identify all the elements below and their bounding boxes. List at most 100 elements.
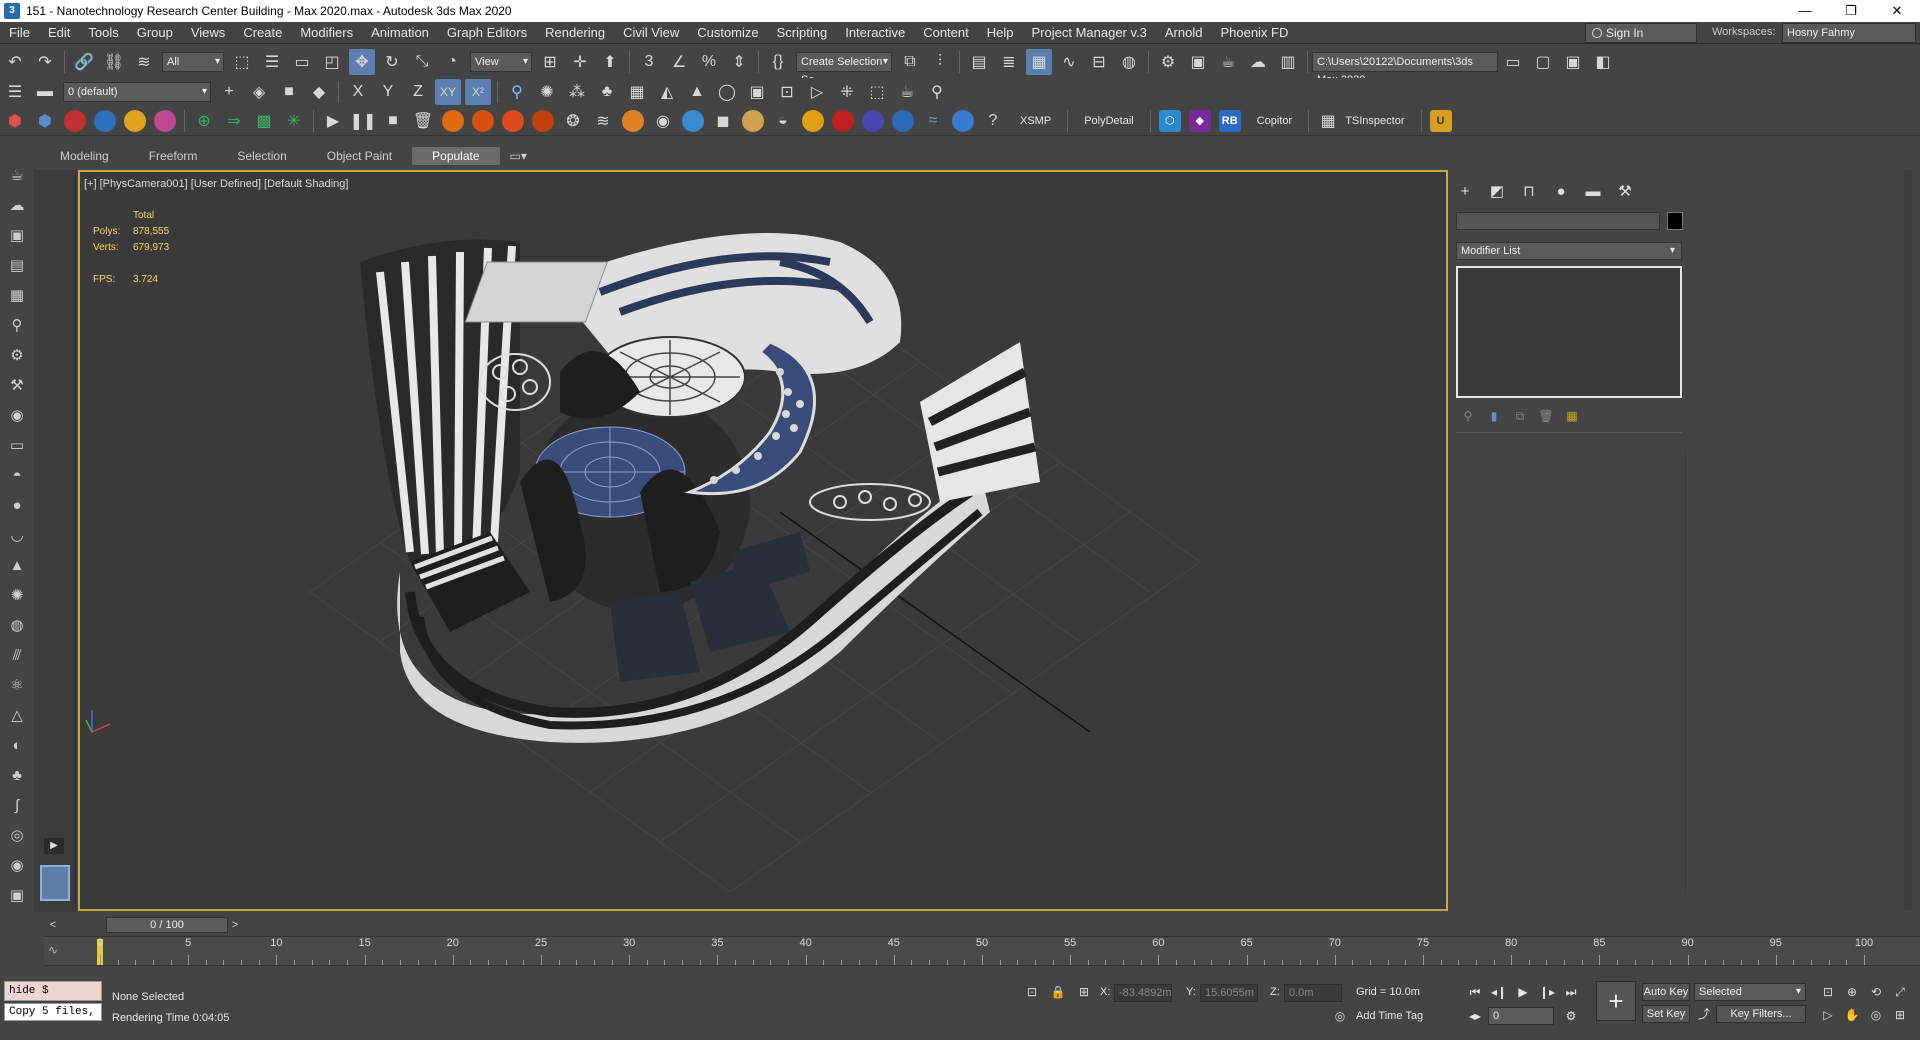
- zoom-all-icon[interactable]: ⊕: [1844, 984, 1860, 1000]
- cube-plugin-icon[interactable]: ⬡: [1158, 109, 1181, 132]
- cloud-icon[interactable]: ☁: [4, 192, 30, 218]
- selection-filter-dropdown[interactable]: All: [162, 51, 224, 72]
- container-icon[interactable]: ▢: [1530, 49, 1556, 75]
- panel-scrollbar[interactable]: [1904, 170, 1912, 910]
- globe-icon[interactable]: ◍: [4, 612, 30, 638]
- polydetail-button[interactable]: PolyDetail: [1072, 115, 1146, 127]
- time-configuration-icon[interactable]: ⚙: [1562, 1007, 1580, 1025]
- render-in-cloud-icon[interactable]: ☁: [1245, 49, 1271, 75]
- particle-icon[interactable]: ⁂: [564, 79, 590, 105]
- blue-cube-icon[interactable]: ⬢: [32, 108, 58, 134]
- green-arrow-icon[interactable]: ⇒: [221, 108, 247, 134]
- go-to-end-icon[interactable]: ⏭: [1562, 983, 1580, 1001]
- axis-y-button[interactable]: Y: [375, 79, 401, 105]
- zoom-extents-icon[interactable]: ⊡: [1820, 984, 1836, 1000]
- play-icon[interactable]: ▶: [320, 108, 346, 134]
- menu-project-manager[interactable]: Project Manager v.3: [1023, 25, 1156, 40]
- track-bar[interactable]: ∿ 0 5 10 15 20 25 30 35 40 45 50 55 60 65 70 75 80 85 90 95…: [44, 936, 1920, 966]
- x-coord-field[interactable]: -83.4892m: [1114, 984, 1172, 1002]
- stop-icon[interactable]: ■: [380, 108, 406, 134]
- help-icon[interactable]: ?: [980, 108, 1006, 134]
- table-icon[interactable]: ▦: [4, 282, 30, 308]
- maximize-button[interactable]: ❐: [1828, 0, 1874, 22]
- camera-icon[interactable]: ◉: [4, 402, 30, 428]
- time-tag-icon[interactable]: ◎: [1332, 1008, 1348, 1024]
- isolate-selection-icon[interactable]: ⊡: [1024, 984, 1040, 1000]
- box-icon[interactable]: ▲: [684, 79, 710, 105]
- image-icon[interactable]: ▣: [4, 222, 30, 248]
- pyramid-icon[interactable]: △: [4, 702, 30, 728]
- window-icon[interactable]: ⬚: [864, 79, 890, 105]
- shell-icon[interactable]: ◎: [4, 822, 30, 848]
- motion-tab-icon[interactable]: ●: [1548, 180, 1574, 202]
- render-setup-icon[interactable]: ⚙: [1155, 49, 1181, 75]
- green-box-icon[interactable]: ▩: [251, 108, 277, 134]
- tree-icon[interactable]: ♣: [594, 79, 620, 105]
- expand-arrow-icon[interactable]: ▶: [44, 838, 64, 854]
- gear-icon[interactable]: ⚙: [4, 342, 30, 368]
- reference-coordinate-dropdown[interactable]: View: [470, 51, 532, 72]
- menu-tools[interactable]: Tools: [79, 25, 127, 40]
- snaps-toggle-icon[interactable]: 3: [636, 49, 662, 75]
- menu-create[interactable]: Create: [234, 25, 291, 40]
- make-unique-icon[interactable]: ⧉: [1512, 408, 1528, 424]
- window-crossing-icon[interactable]: ◰: [319, 49, 345, 75]
- maxscript-listener-output[interactable]: Copy 5 files,: [4, 1003, 102, 1021]
- current-layer-dropdown[interactable]: 0 (default): [63, 82, 211, 102]
- menu-help[interactable]: Help: [978, 25, 1023, 40]
- cone-icon[interactable]: ▲: [4, 552, 30, 578]
- purple-box-icon[interactable]: [862, 109, 884, 132]
- object-color-swatch[interactable]: [1667, 212, 1683, 230]
- play-frame-icon[interactable]: ▷: [804, 79, 830, 105]
- grid-icon[interactable]: ▦: [624, 79, 650, 105]
- circle-icon[interactable]: ◯: [714, 79, 740, 105]
- default-tangent-icon[interactable]: ⤴: [1696, 1006, 1712, 1022]
- wave-icon[interactable]: ≋: [590, 108, 616, 134]
- water-drop-icon[interactable]: [94, 109, 116, 132]
- green-network-icon[interactable]: ⊕: [191, 108, 217, 134]
- update-container-icon[interactable]: ◧: [1590, 49, 1616, 75]
- menu-phoenix-fd[interactable]: Phoenix FD: [1211, 25, 1297, 40]
- set-keys-icon[interactable]: +: [1596, 981, 1636, 1021]
- layer-visibility-icon[interactable]: ▬: [32, 79, 58, 105]
- tsinspector-button[interactable]: TSInspector: [1343, 115, 1416, 127]
- add-time-tag-button[interactable]: Add Time Tag: [1356, 1010, 1423, 1022]
- stairs-icon[interactable]: ⫻: [4, 642, 30, 668]
- show-end-result-icon[interactable]: ▮: [1486, 408, 1502, 424]
- orbit-icon[interactable]: ⟲: [1868, 984, 1884, 1000]
- inherit-container-icon[interactable]: ▣: [1560, 49, 1586, 75]
- set-key-button[interactable]: Set Key: [1642, 1005, 1690, 1023]
- modify-tab-icon[interactable]: ◩: [1484, 180, 1510, 202]
- add-selection-to-layer-icon[interactable]: ■: [276, 79, 302, 105]
- y-coord-field[interactable]: 15.6055m: [1200, 984, 1258, 1002]
- display-icon[interactable]: ▣: [744, 79, 770, 105]
- orbit-camera-icon[interactable]: ◎: [1868, 1007, 1884, 1023]
- menu-modifiers[interactable]: Modifiers: [291, 25, 362, 40]
- expand-icon[interactable]: ⊡: [774, 79, 800, 105]
- link-icon[interactable]: 🔗: [71, 49, 97, 75]
- menu-views[interactable]: Views: [182, 25, 234, 40]
- spinner-snap-icon[interactable]: ⇕: [726, 49, 752, 75]
- magenta-ring-icon[interactable]: [154, 109, 176, 132]
- scene-explorer-icon[interactable]: ▤: [966, 49, 992, 75]
- hierarchy-tab-icon[interactable]: ⊓: [1516, 180, 1542, 202]
- place-icon[interactable]: ◔: [439, 49, 465, 75]
- go-to-start-icon[interactable]: ⏮: [1466, 983, 1484, 1001]
- viewport-toggle-icon[interactable]: ⊞: [1892, 1007, 1908, 1023]
- red-cube-icon[interactable]: ⬢: [2, 108, 28, 134]
- xsmp-button[interactable]: XSMP: [1008, 115, 1063, 127]
- wave-blue-icon[interactable]: ≈: [920, 108, 946, 134]
- key-filters-button[interactable]: Key Filters...: [1716, 1005, 1806, 1023]
- dome-icon[interactable]: ◓: [4, 462, 30, 488]
- select-move-icon[interactable]: ✥: [349, 48, 375, 75]
- teapot-icon[interactable]: ☕: [894, 79, 920, 105]
- hair-icon[interactable]: ∫: [4, 792, 30, 818]
- create-layer-icon[interactable]: +: [216, 79, 242, 105]
- gem-plugin-icon[interactable]: ◆: [1188, 109, 1211, 132]
- bowl-icon[interactable]: ◡: [4, 522, 30, 548]
- tab-freeform[interactable]: Freeform: [129, 147, 218, 165]
- schematic-view-icon[interactable]: ⊟: [1086, 49, 1112, 75]
- viewport-layout-thumbnail[interactable]: [40, 865, 70, 901]
- menu-group[interactable]: Group: [128, 25, 182, 40]
- light-bulb-icon[interactable]: ⚲: [504, 79, 530, 105]
